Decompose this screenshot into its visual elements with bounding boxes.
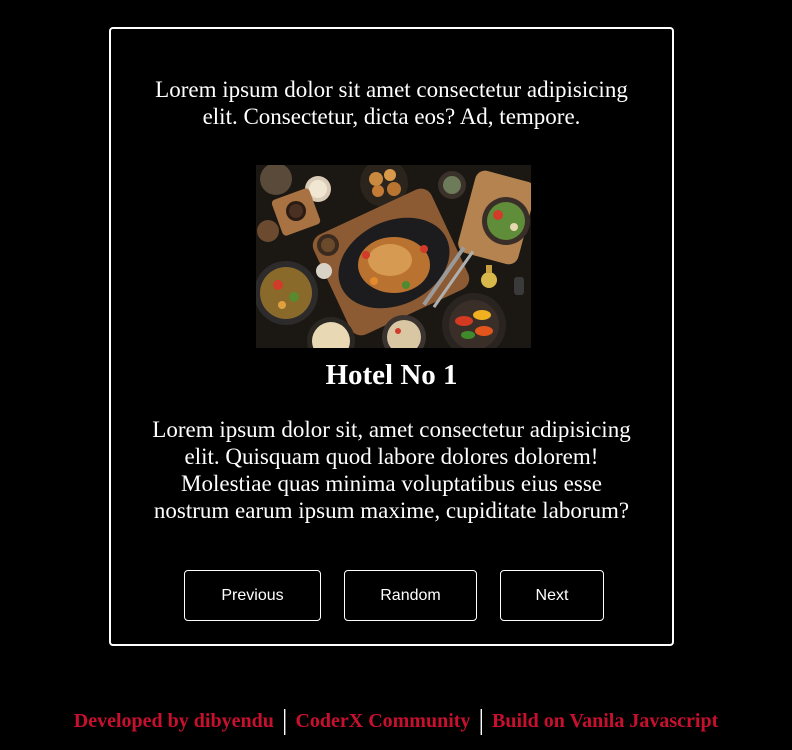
food-platter-illustration [256,165,531,348]
footer-author: Developed by dibyendu [73,710,274,732]
hotel-food-image [256,165,531,348]
footer: Developed by dibyendu | CoderX Community… [0,703,792,736]
footer-built-with: Build on Vanila Javascript [492,710,719,732]
hotel-title: Hotel No 1 [325,359,458,391]
intro-text: Lorem ipsum dolor sit amet consectetur a… [155,77,628,129]
random-button[interactable]: Random [344,570,477,621]
hotel-card: Lorem ipsum dolor sit amet consectetur a… [109,27,674,646]
footer-community: CoderX Community [295,710,471,732]
previous-button[interactable]: Previous [184,570,321,621]
next-button[interactable]: Next [500,570,604,621]
footer-separator: | [478,705,485,736]
footer-separator: | [281,705,288,736]
hotel-description: Lorem ipsum dolor sit, amet consectetur … [152,417,631,523]
